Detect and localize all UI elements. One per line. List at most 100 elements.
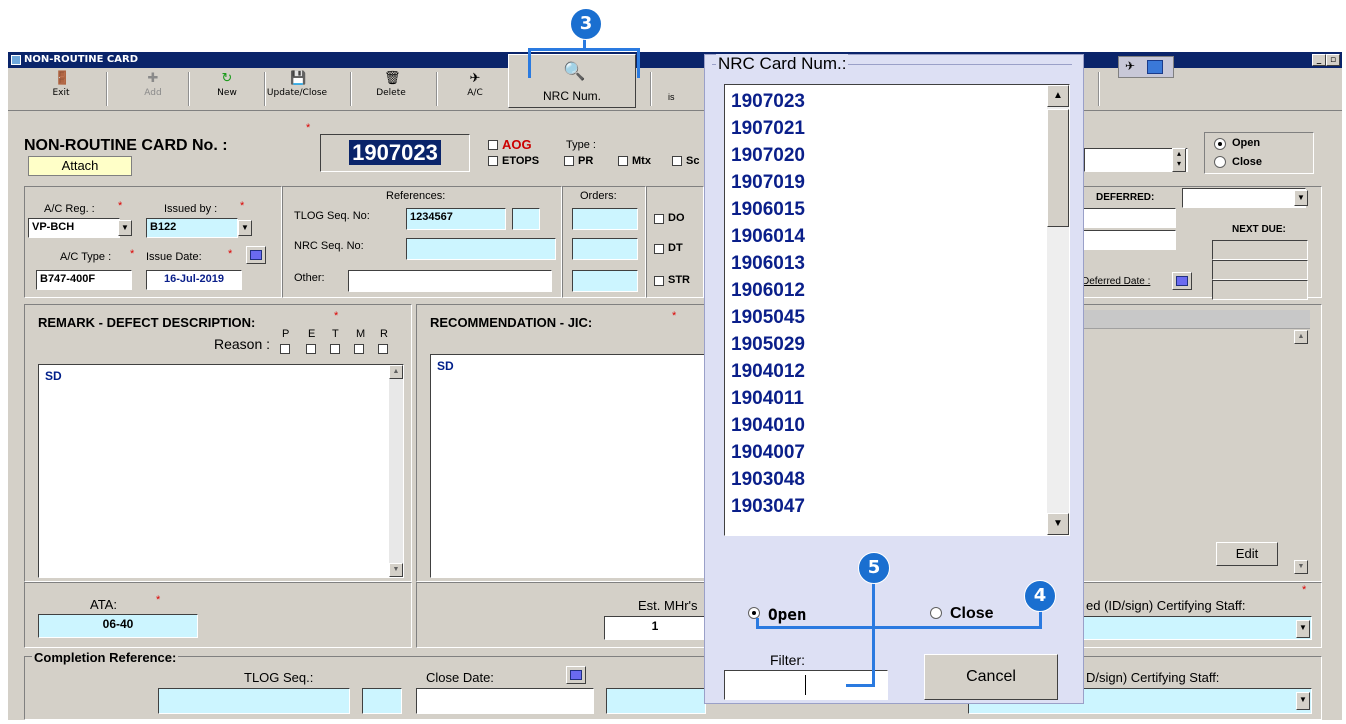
new-button[interactable]: ↻ New <box>194 70 260 106</box>
step-badge-3: 3 <box>570 8 602 40</box>
reason-e-checkbox[interactable] <box>306 344 316 354</box>
toolbar-separator <box>350 72 352 106</box>
list-item[interactable]: 1906014 <box>731 226 805 248</box>
certifying-staff-select[interactable] <box>1082 616 1312 640</box>
status-open-radio[interactable] <box>1214 138 1226 150</box>
edit-button[interactable]: Edit <box>1216 542 1278 566</box>
delete-button[interactable]: 🗑 Delete <box>358 70 424 106</box>
aog-checkbox[interactable] <box>488 140 498 150</box>
ac-reg-select[interactable]: VP-BCH <box>28 218 120 238</box>
close-date-field[interactable] <box>416 688 594 714</box>
plane-tools-button[interactable]: ✈ <box>1118 56 1174 78</box>
list-item[interactable]: 1907021 <box>731 118 805 140</box>
reason-m-checkbox[interactable] <box>354 344 364 354</box>
pr-checkbox[interactable] <box>564 156 574 166</box>
deferred-select[interactable] <box>1182 188 1306 208</box>
str-checkbox[interactable] <box>654 276 664 286</box>
list-item[interactable]: 1904012 <box>731 361 805 383</box>
issued-by-dropdown-arrow[interactable]: ▼ <box>238 220 252 236</box>
ac-reg-dropdown-arrow[interactable]: ▼ <box>118 220 132 236</box>
remark-scrollbar[interactable]: ▲ ▼ <box>389 365 403 577</box>
action-header <box>1078 310 1310 329</box>
completion-tlog-suffix-field[interactable] <box>362 688 402 714</box>
nrc-card-listbox[interactable]: 1907023 1907021 1907020 1907019 1906015 … <box>724 84 1070 536</box>
search-magnifier-icon: 🔍 <box>563 61 586 81</box>
exit-button[interactable]: 🚪 Exit <box>28 70 94 106</box>
list-item[interactable]: 1904011 <box>731 388 804 410</box>
scroll-down-arrow[interactable]: ▼ <box>1047 513 1069 535</box>
reason-t-checkbox[interactable] <box>330 344 340 354</box>
dt-checkbox[interactable] <box>654 244 664 254</box>
list-item[interactable]: 1907019 <box>731 172 805 194</box>
list-item[interactable]: 1904007 <box>731 442 805 464</box>
window-title: NON-ROUTINE CARD <box>24 54 139 65</box>
completion-tlog-field[interactable] <box>158 688 350 714</box>
do-checkbox[interactable] <box>654 214 664 224</box>
list-item[interactable]: 1906013 <box>731 253 805 275</box>
nrc-seq-field[interactable] <box>406 238 556 260</box>
popup-close-radio[interactable] <box>930 607 942 619</box>
status-close-radio[interactable] <box>1214 156 1226 168</box>
deferred-date-calendar-button[interactable] <box>1172 272 1192 290</box>
list-item[interactable]: 1907023 <box>731 91 805 113</box>
issued-by-select[interactable]: B122 <box>146 218 238 238</box>
remark-textarea[interactable]: SD ▲ ▼ <box>38 364 404 578</box>
scroll-thumb[interactable] <box>1047 109 1069 227</box>
tlog-seq-field[interactable]: 1234567 <box>406 208 506 230</box>
close-date-calendar-button[interactable] <box>566 666 586 684</box>
action-scrollbar[interactable]: ▲ ▼ <box>1294 330 1308 574</box>
minimize-button[interactable]: _ <box>1312 54 1326 66</box>
order-str-field[interactable] <box>572 270 638 292</box>
scroll-up-arrow[interactable]: ▲ <box>1047 85 1069 107</box>
annotation-bracket-3-right <box>637 48 640 78</box>
list-item[interactable]: 1906015 <box>731 199 805 221</box>
list-item[interactable]: 1903047 <box>731 496 805 518</box>
annotation-bracket-4-right <box>1039 610 1042 628</box>
recommendation-textarea[interactable]: SD <box>430 354 706 578</box>
deferred-field-1[interactable] <box>1080 208 1176 228</box>
sc-checkbox[interactable] <box>672 156 682 166</box>
toolbar-separator <box>1098 72 1100 106</box>
completion-extra-field[interactable] <box>606 688 706 714</box>
list-item[interactable]: 1906012 <box>731 280 805 302</box>
next-due-field-1[interactable] <box>1212 240 1308 260</box>
issue-date-calendar-button[interactable] <box>246 246 266 264</box>
est-mhr-field[interactable]: 1 <box>604 616 706 640</box>
next-due-field-2[interactable] <box>1212 260 1308 280</box>
mtx-checkbox[interactable] <box>618 156 628 166</box>
list-item[interactable]: 1907020 <box>731 145 805 167</box>
deferred-field-2[interactable] <box>1080 230 1176 250</box>
other-reference-field[interactable] <box>348 270 552 292</box>
etops-checkbox[interactable] <box>488 156 498 166</box>
action-textarea[interactable]: ▲ ▼ <box>1076 330 1308 574</box>
certifying-staff-dropdown-arrow[interactable]: ▼ <box>1296 620 1310 638</box>
scroll-up-arrow[interactable]: ▲ <box>389 365 403 379</box>
scroll-up-arrow[interactable]: ▲ <box>1294 330 1308 344</box>
tlog-seq-suffix-field[interactable] <box>512 208 540 230</box>
list-item[interactable]: 1905045 <box>731 307 805 329</box>
issue-date-field[interactable]: 16-Jul-2019 <box>146 270 242 290</box>
order-dt-field[interactable] <box>572 238 638 260</box>
update-close-button[interactable]: 💾 Update/Close <box>264 70 330 106</box>
list-item[interactable]: 1903048 <box>731 469 805 491</box>
reason-p-checkbox[interactable] <box>280 344 290 354</box>
aircraft-button[interactable]: ✈ A/C <box>442 70 508 106</box>
scroll-down-arrow[interactable]: ▼ <box>1294 560 1308 574</box>
completion-certifying-dropdown-arrow[interactable]: ▼ <box>1296 692 1310 710</box>
maximize-button[interactable]: ▫ <box>1326 54 1340 66</box>
card-number-field[interactable]: 1907023 <box>320 134 470 172</box>
cancel-button[interactable]: Cancel <box>924 654 1058 700</box>
ata-field[interactable]: 06-40 <box>38 614 198 638</box>
order-do-field[interactable] <box>572 208 638 230</box>
list-item[interactable]: 1904010 <box>731 415 805 437</box>
spin-button[interactable]: ▴ ▾ <box>1172 148 1186 172</box>
deferred-dropdown-arrow[interactable]: ▼ <box>1294 190 1308 206</box>
add-button[interactable]: ✚ Add <box>120 70 186 106</box>
attach-button[interactable]: Attach <box>28 156 132 176</box>
next-due-field-3[interactable] <box>1212 280 1308 300</box>
ac-type-field[interactable]: B747-400F <box>36 270 132 290</box>
scroll-down-arrow[interactable]: ▼ <box>389 563 403 577</box>
list-item[interactable]: 1905029 <box>731 334 805 356</box>
listbox-scrollbar[interactable]: ▲ ▼ <box>1047 85 1069 535</box>
reason-r-checkbox[interactable] <box>378 344 388 354</box>
